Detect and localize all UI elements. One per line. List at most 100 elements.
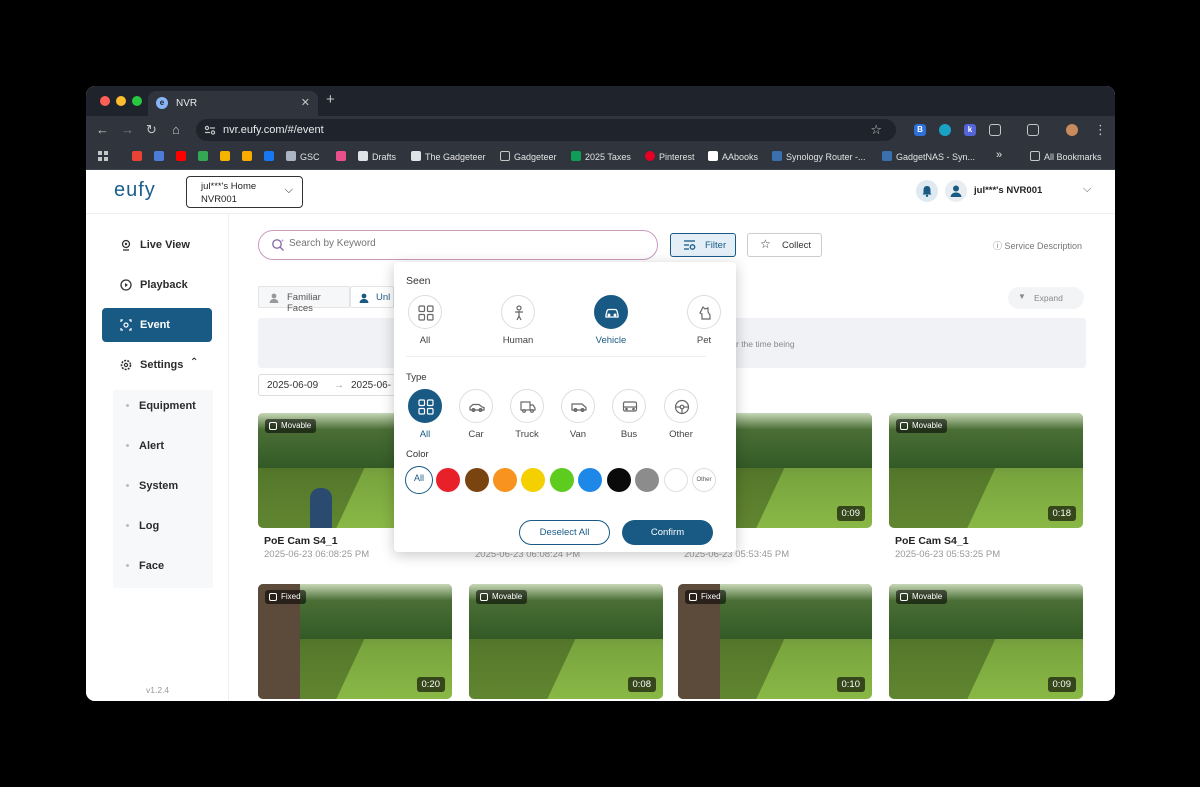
color-swatch-green[interactable] xyxy=(550,468,574,492)
submenu-item-log[interactable]: Log xyxy=(139,520,159,532)
extension-b-icon[interactable]: B xyxy=(914,124,926,136)
eufy-logo[interactable]: eufy xyxy=(114,179,156,202)
color-swatch-all[interactable]: All xyxy=(405,466,433,494)
color-swatch-gray[interactable] xyxy=(635,468,659,492)
new-tab-icon[interactable]: + xyxy=(326,91,335,108)
chevron-down-icon[interactable]: ⌵ xyxy=(1083,183,1091,196)
seen-option-human[interactable]: Human xyxy=(488,295,548,346)
event-thumbnail[interactable]: Movable 0:08 xyxy=(469,584,663,699)
bookmark-the-gadgeteer[interactable]: The Gadgeteer xyxy=(411,151,486,162)
event-time: 2025-06-23 05:53:25 PM xyxy=(895,549,1001,560)
back-icon[interactable]: ← xyxy=(96,122,109,137)
pinwheel-icon[interactable] xyxy=(336,151,346,161)
submenu-item-system[interactable]: System xyxy=(139,480,178,492)
sidebar-item-playback[interactable]: Playback xyxy=(102,268,212,302)
bookmark-2025-taxes[interactable]: 2025 Taxes xyxy=(571,151,631,162)
bookmark-all-bookmarks[interactable]: All Bookmarks xyxy=(1030,151,1102,162)
submenu-item-alert[interactable]: Alert xyxy=(139,440,164,452)
color-swatch-blue[interactable] xyxy=(578,468,602,492)
filter-button[interactable]: Filter xyxy=(670,233,736,257)
browser-menu-icon[interactable]: ⋮ xyxy=(1094,122,1107,138)
seen-option-all[interactable]: All xyxy=(395,295,455,346)
color-swatch-brown[interactable] xyxy=(465,468,489,492)
seen-option-pet[interactable]: Pet xyxy=(674,295,734,346)
submenu-item-face[interactable]: Face xyxy=(139,560,164,572)
apps-grid-icon[interactable] xyxy=(98,151,109,164)
youtube-icon[interactable] xyxy=(176,151,186,161)
camera-mode-badge: Fixed xyxy=(265,590,306,604)
camera-mode-badge: Movable xyxy=(265,419,317,433)
facebook-icon[interactable] xyxy=(264,151,274,161)
video-duration: 0:10 xyxy=(836,677,865,692)
type-option-other[interactable]: Other xyxy=(651,389,711,440)
notification-bell-icon[interactable] xyxy=(916,180,938,202)
url-text: nvr.eufy.com/#/event xyxy=(223,124,324,136)
event-thumbnail[interactable]: Fixed 0:10 xyxy=(678,584,872,699)
bookmark-aabooks[interactable]: AAbooks xyxy=(708,151,758,162)
bookmark-gadgetnas[interactable]: GadgetNAS - Syn... xyxy=(882,151,975,162)
extension-k-icon[interactable]: k xyxy=(964,124,976,136)
tab-familiar-faces[interactable]: Familiar Faces xyxy=(258,286,350,314)
sidebar-item-settings[interactable]: Settings ⌃ xyxy=(102,348,212,382)
bookmark-gsc[interactable]: GSC xyxy=(286,151,320,162)
event-thumbnail[interactable]: Fixed 0:20 xyxy=(258,584,452,699)
close-tab-icon[interactable]: ✕ xyxy=(301,96,310,109)
confirm-button[interactable]: Confirm xyxy=(622,520,713,545)
browser-tab[interactable]: e NVR ✕ xyxy=(148,91,318,116)
close-window-icon[interactable] xyxy=(100,96,110,106)
gmail-icon[interactable] xyxy=(132,151,142,161)
search-box[interactable] xyxy=(258,230,658,260)
bookmark-synology-router[interactable]: Synology Router -... xyxy=(772,151,866,162)
address-bar[interactable]: nvr.eufy.com/#/event ☆ xyxy=(196,119,896,141)
keep-icon[interactable] xyxy=(220,151,230,161)
color-swatch-yellow[interactable] xyxy=(521,468,545,492)
event-thumbnail[interactable]: Movable 0:09 xyxy=(889,584,1083,699)
gs-icon[interactable] xyxy=(154,151,164,161)
event-thumbnail[interactable]: Movable 0:18 xyxy=(889,413,1083,528)
site-info-icon[interactable] xyxy=(204,124,216,136)
extension-circle-icon[interactable] xyxy=(939,124,951,136)
camera-icon xyxy=(689,593,697,601)
color-swatch-red[interactable] xyxy=(436,468,460,492)
sidebar-item-event[interactable]: Event xyxy=(102,308,212,342)
submenu-item-equipment[interactable]: Equipment xyxy=(139,400,196,412)
home-selector[interactable]: jul***'s Home NVR001 ⌵ xyxy=(186,176,303,208)
tab-search-icon[interactable] xyxy=(1027,124,1039,136)
seen-option-vehicle[interactable]: Vehicle xyxy=(581,295,641,346)
more-bookmarks-icon[interactable]: » xyxy=(996,149,1002,161)
bookmark-gadgeteer-folder[interactable]: Gadgeteer xyxy=(500,151,557,162)
bullet-dot xyxy=(126,524,129,527)
home-icon[interactable]: ⌂ xyxy=(172,122,180,137)
maximize-window-icon[interactable] xyxy=(132,96,142,106)
sidebar-item-live-view[interactable]: Live View xyxy=(102,228,212,262)
bus-icon xyxy=(622,401,638,412)
minimize-window-icon[interactable] xyxy=(116,96,126,106)
profile-avatar-icon[interactable] xyxy=(1066,124,1078,136)
search-input[interactable] xyxy=(289,238,589,249)
bookmark-star-icon[interactable]: ☆ xyxy=(870,122,882,138)
color-swatch-other[interactable]: Other xyxy=(692,468,716,492)
type-option-bus[interactable]: Bus xyxy=(599,389,659,440)
video-duration: 0:09 xyxy=(836,506,865,521)
truck-icon xyxy=(520,401,536,413)
color-swatch-white[interactable] xyxy=(664,468,688,492)
expand-button[interactable]: ▼ Expand xyxy=(1008,287,1084,309)
color-swatch-orange[interactable] xyxy=(493,468,517,492)
user-device-name[interactable]: jul***'s NVR001 xyxy=(974,185,1042,196)
analytics-icon[interactable] xyxy=(242,151,252,161)
date-range-picker[interactable]: 2025-06-09 → 2025-06- xyxy=(258,374,398,396)
user-avatar-icon[interactable] xyxy=(945,180,967,202)
sidebar-item-label: Live View xyxy=(140,239,190,251)
deselect-all-button[interactable]: Deselect All xyxy=(519,520,610,545)
color-swatch-black[interactable] xyxy=(607,468,631,492)
service-description-link[interactable]: ⓘ Service Description xyxy=(993,239,1082,252)
extensions-puzzle-icon[interactable] xyxy=(989,124,1001,136)
camera-name: PoE Cam S4_1 xyxy=(895,535,969,547)
collect-button[interactable]: ☆ Collect xyxy=(747,233,822,257)
bookmark-pinterest[interactable]: Pinterest xyxy=(645,151,695,162)
drive-icon[interactable] xyxy=(198,151,208,161)
forward-icon[interactable]: → xyxy=(121,122,134,137)
tab-unfamiliar-faces[interactable]: Unl xyxy=(350,286,394,308)
bookmark-drafts[interactable]: Drafts xyxy=(358,151,396,162)
reload-icon[interactable]: ↻ xyxy=(146,122,157,138)
